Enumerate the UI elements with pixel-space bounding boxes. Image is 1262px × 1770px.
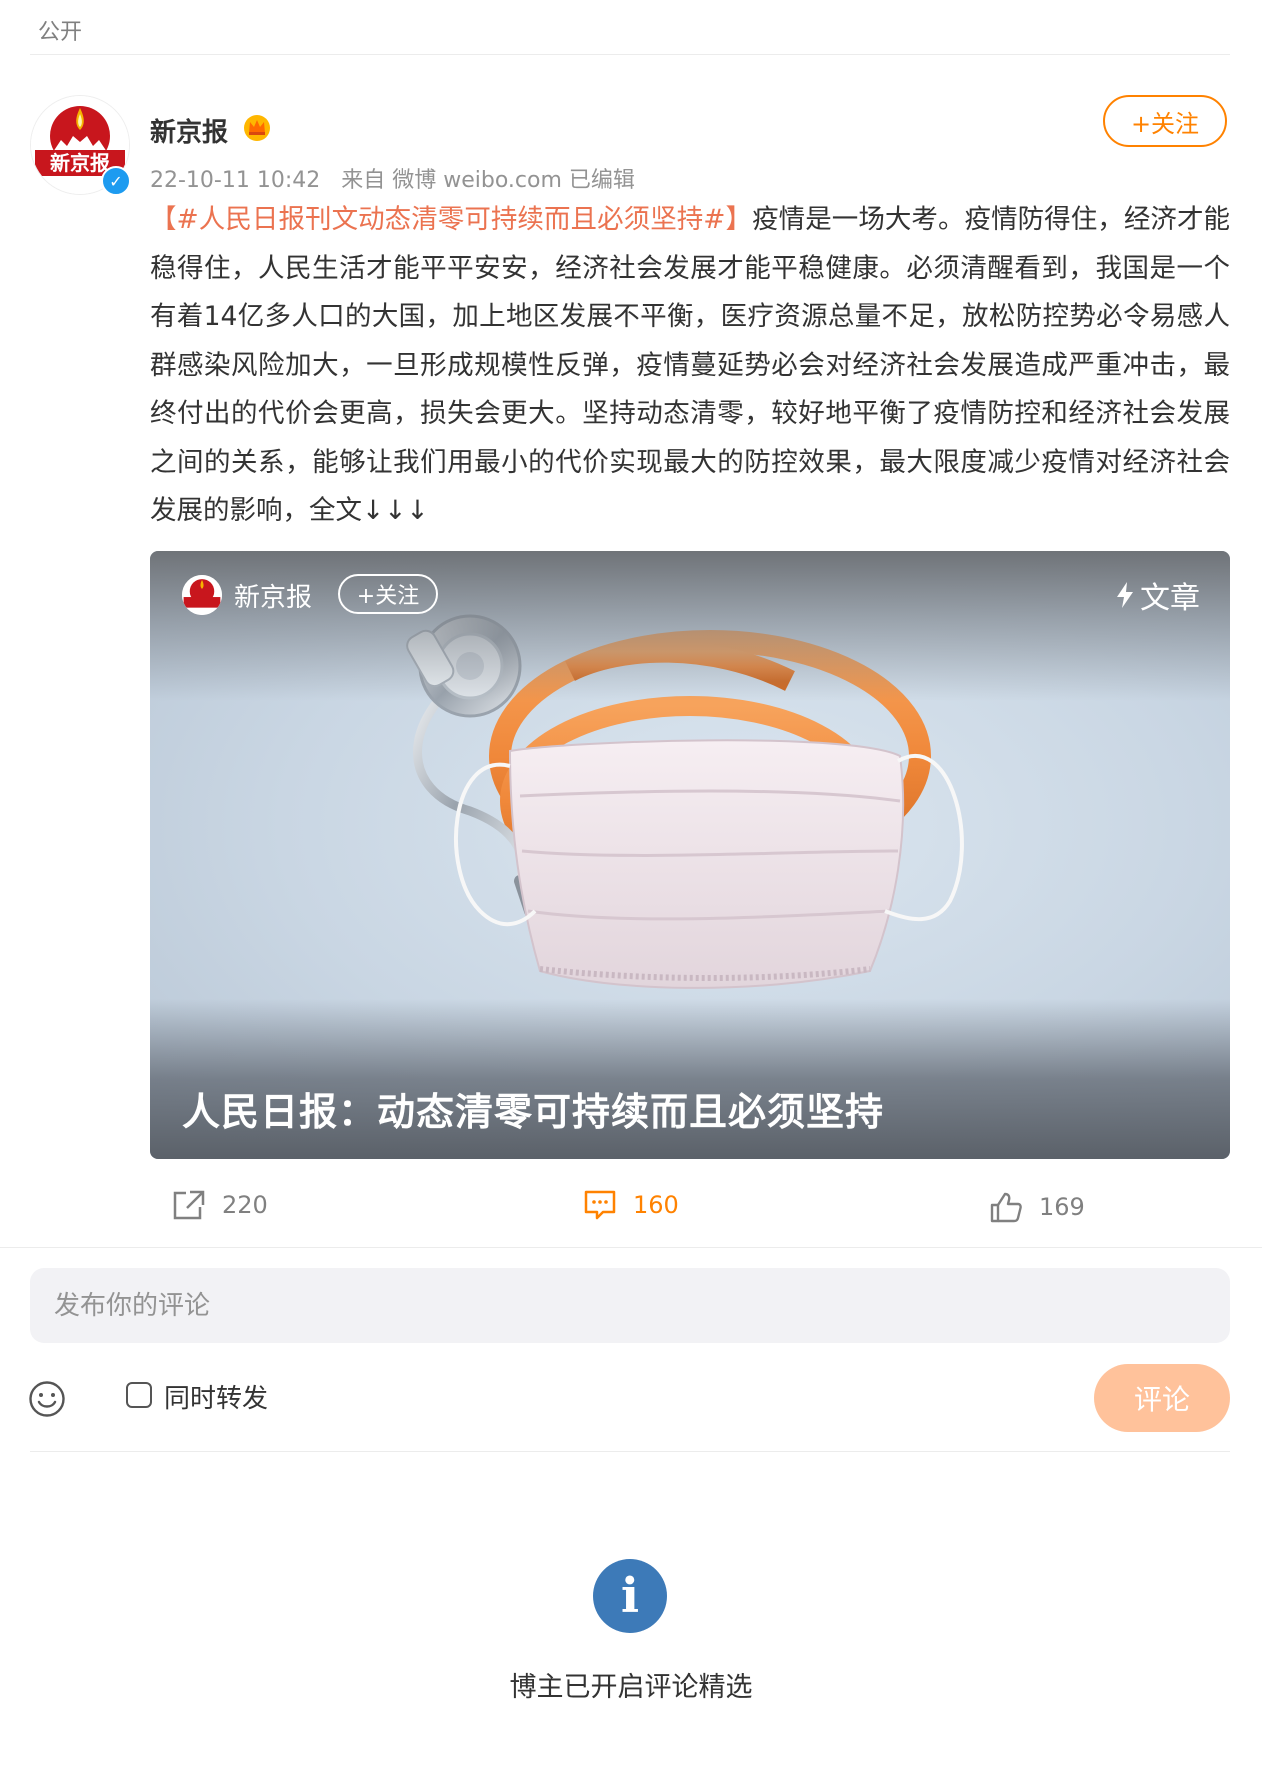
post-text: 【#人民日报刊文动态清零可持续而且必须坚持#】疫情是一场大考。疫情防得住，经济才…	[150, 196, 1230, 536]
repost-button[interactable]: 220	[172, 1189, 268, 1221]
verified-badge-icon: ✓	[101, 166, 131, 196]
comment-count: 160	[633, 1191, 679, 1219]
card-top-overlay	[150, 551, 1230, 701]
divider	[30, 1451, 1230, 1452]
follow-button[interactable]: +关注	[1103, 95, 1227, 147]
comment-selection-notice: 博主已开启评论精选	[509, 1672, 753, 1703]
comment-button[interactable]: 160	[583, 1189, 679, 1221]
timestamp[interactable]: 22-10-11 10:42	[150, 168, 320, 193]
share-icon	[173, 1190, 205, 1220]
card-source-logo-icon	[182, 575, 222, 615]
lightning-icon	[1117, 582, 1133, 608]
divider	[30, 54, 1230, 55]
crown-icon	[244, 115, 270, 141]
edited-label[interactable]: 已编辑	[569, 168, 635, 193]
divider	[0, 1247, 1262, 1248]
post-source: 来自 微博 weibo.com	[341, 168, 562, 193]
repost-count: 220	[222, 1191, 268, 1219]
svg-text:新京报: 新京报	[50, 151, 110, 175]
post-meta: 22-10-11 10:42 来自 微博 weibo.com 已编辑	[150, 162, 635, 194]
repost-checkbox[interactable]	[126, 1382, 152, 1408]
emoji-icon[interactable]	[28, 1380, 66, 1418]
info-icon: i	[593, 1559, 667, 1633]
visibility-label: 公开	[38, 20, 83, 45]
card-follow-button[interactable]: +关注	[338, 574, 438, 614]
post-body: 疫情是一场大考。疫情防得住，经济才能稳得住，人民生活才能平平安安，经济社会发展才…	[150, 204, 1230, 526]
card-type-label: 文章	[1140, 581, 1200, 616]
like-button[interactable]: 169	[989, 1191, 1085, 1223]
hashtag-link[interactable]: 【#人民日报刊文动态清零可持续而且必须坚持#】	[150, 204, 752, 235]
author-name[interactable]: 新京报	[150, 112, 228, 149]
comment-input[interactable]	[30, 1268, 1230, 1343]
repost-checkbox-label[interactable]: 同时转发	[164, 1378, 268, 1415]
thumbs-up-icon	[990, 1192, 1022, 1223]
article-title[interactable]: 人民日报：动态清零可持续而且必须坚持	[182, 1081, 884, 1136]
comment-icon	[584, 1190, 616, 1220]
card-source-name[interactable]: 新京报	[234, 577, 312, 614]
card-type-badge: 文章	[1114, 573, 1200, 617]
like-count: 169	[1039, 1193, 1085, 1221]
article-card[interactable]: 新京报 +关注 文章 人民日报：动态清零可持续而且必须坚持	[150, 551, 1230, 1159]
submit-comment-button[interactable]: 评论	[1094, 1364, 1230, 1432]
